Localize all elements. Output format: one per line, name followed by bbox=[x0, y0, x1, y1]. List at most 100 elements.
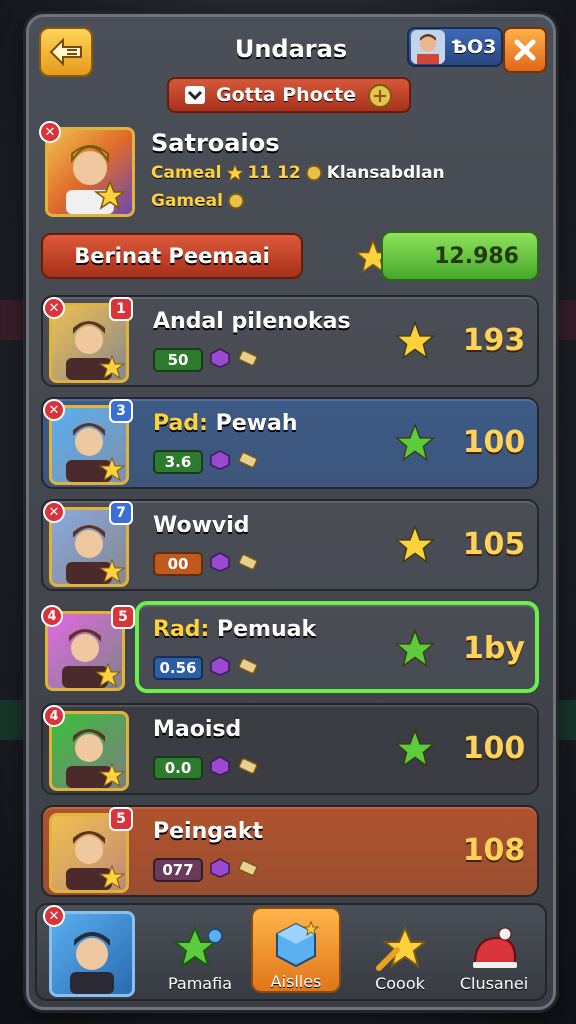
sub-banner-label: Gotta Рhocte bbox=[216, 84, 356, 106]
row-score: 100 bbox=[462, 425, 526, 460]
row-score: 193 bbox=[462, 323, 526, 358]
stat-prefix: Cameal bbox=[151, 163, 222, 183]
gem-icon bbox=[209, 347, 231, 373]
player-stats: Cameal 11 12 Klansabdlan bbox=[151, 163, 445, 183]
row-player-name: Wowvid bbox=[153, 513, 250, 538]
section-banner: Berinat Peemaai bbox=[41, 233, 303, 279]
nav-item-aislles[interactable]: Aislles bbox=[251, 907, 341, 993]
gem-icon bbox=[209, 551, 231, 577]
row-badge[interactable]: ✕ bbox=[43, 501, 65, 523]
leaderboard-panel: Undaras ѢO3 Gotta Рhocte ✕ Satroaios Cam… bbox=[26, 14, 556, 1010]
row-resources: 0.0 bbox=[153, 755, 259, 781]
leaderboard-row[interactable]: ✕ 1 Andal pilenokas 50 193 bbox=[41, 295, 539, 387]
rank-badge: 7 bbox=[109, 501, 133, 525]
coin-bag-icon bbox=[368, 84, 392, 108]
stat-values: 11 12 bbox=[247, 163, 301, 183]
row-badge[interactable]: ✕ bbox=[43, 399, 65, 421]
player-sub-text: Gameal bbox=[151, 191, 223, 211]
rank-badge: 5 bbox=[111, 605, 135, 629]
remove-badge[interactable]: ✕ bbox=[39, 121, 61, 143]
row-name-text: Pemuak bbox=[217, 617, 317, 642]
remove-badge[interactable]: ✕ bbox=[43, 905, 65, 927]
row-name-prefix: Rad: bbox=[153, 617, 210, 642]
star-icon bbox=[394, 728, 436, 773]
gem-icon bbox=[209, 655, 231, 681]
leaderboard-row[interactable]: ✕ 7 Wowvid 00 105 bbox=[41, 499, 539, 591]
row-name-text: Andal pilenokas bbox=[153, 309, 351, 334]
star-icon bbox=[225, 164, 244, 182]
star-icon bbox=[394, 524, 436, 569]
nav-avatar[interactable] bbox=[49, 911, 135, 997]
row-badge[interactable]: 4 bbox=[43, 705, 65, 727]
leaderboard-row[interactable]: 4 5 Rad: Pemuak 0.56 1by bbox=[41, 601, 539, 693]
star-icon bbox=[394, 320, 436, 365]
gem-icon bbox=[209, 449, 231, 475]
scroll-icon bbox=[237, 449, 259, 475]
resource-chip: 00 bbox=[153, 552, 203, 576]
row-score: 1by bbox=[463, 631, 525, 666]
profile-avatar bbox=[411, 30, 445, 64]
scroll-icon bbox=[237, 655, 259, 681]
row-score: 100 bbox=[462, 731, 526, 766]
row-player-name: Rad: Pemuak bbox=[153, 617, 316, 642]
row-score: 108 bbox=[462, 833, 526, 868]
stat-suffix: Klansabdlan bbox=[326, 163, 445, 183]
nav-item-coook[interactable]: Coook bbox=[355, 913, 445, 993]
nav-item-clusanei[interactable]: Clusanei bbox=[449, 913, 539, 993]
row-badge[interactable]: 4 bbox=[41, 605, 63, 627]
player-name: Satroaios bbox=[151, 129, 280, 157]
resource-chip: 0.0 bbox=[153, 756, 203, 780]
scroll-icon bbox=[237, 347, 259, 373]
star-icon bbox=[394, 628, 436, 673]
nav-label: Aislles bbox=[270, 972, 322, 991]
progress-bar: 12.986 bbox=[381, 231, 539, 281]
row-name-text: Maoisd bbox=[153, 717, 242, 742]
nav-label: Clusanei bbox=[459, 974, 529, 993]
row-resources: 00 bbox=[153, 551, 259, 577]
resource-chip: 50 bbox=[153, 348, 203, 372]
helmet-icon bbox=[473, 927, 517, 968]
row-score: 105 bbox=[462, 527, 526, 562]
player-avatar bbox=[45, 127, 135, 217]
leaderboard-row[interactable]: 5 Peingakt 077 108 bbox=[41, 805, 539, 897]
nav-label: Pamafia bbox=[167, 974, 232, 993]
row-player-name: Peingakt bbox=[153, 819, 263, 844]
row-resources: 50 bbox=[153, 347, 259, 373]
scroll-icon bbox=[237, 551, 259, 577]
coin-icon bbox=[305, 164, 322, 182]
chevron-down-icon bbox=[185, 86, 205, 104]
row-name-prefix: Pad: bbox=[153, 411, 208, 436]
scroll-icon bbox=[237, 857, 259, 883]
progress-text: 12.986 bbox=[434, 243, 519, 269]
arrow-star-icon bbox=[376, 926, 425, 971]
coin-icon bbox=[227, 192, 245, 210]
rank-badge: 1 bbox=[109, 297, 133, 321]
row-resources: 0.56 bbox=[153, 655, 259, 681]
nav-label: Coook bbox=[375, 974, 425, 993]
bottom-nav: ✕ Pamafia Aislles Coook Clusanei bbox=[35, 903, 547, 1001]
row-player-name: Pad: Pewah bbox=[153, 411, 298, 436]
player-card[interactable]: ✕ Satroaios Cameal 11 12 Klansabdlan Gam… bbox=[39, 121, 539, 221]
star-icon bbox=[394, 422, 436, 467]
leaderboard-row[interactable]: 4 Maoisd 0.0 100 bbox=[41, 703, 539, 795]
resource-chip: 3.6 bbox=[153, 450, 203, 474]
rank-badge: 3 bbox=[109, 399, 133, 423]
row-badge[interactable]: ✕ bbox=[43, 297, 65, 319]
star-key-icon bbox=[175, 926, 223, 969]
leaderboard-row[interactable]: ✕ 3 Pad: Pewah 3.6 100 bbox=[41, 397, 539, 489]
row-resources: 3.6 bbox=[153, 449, 259, 475]
sub-banner[interactable]: Gotta Рhocte bbox=[167, 77, 411, 113]
coin-counter[interactable]: ѢO3 bbox=[407, 27, 503, 67]
row-player-name: Maoisd bbox=[153, 717, 241, 742]
scroll-icon bbox=[237, 755, 259, 781]
row-player-name: Andal pilenokas bbox=[153, 309, 351, 334]
nav-item-pamafia[interactable]: Pamafia bbox=[155, 913, 245, 993]
cube-icon bbox=[276, 920, 320, 968]
gem-icon bbox=[209, 857, 231, 883]
row-name-text: Peingakt bbox=[153, 819, 263, 844]
gem-icon bbox=[209, 755, 231, 781]
close-button[interactable] bbox=[503, 27, 547, 73]
coin-value: ѢO3 bbox=[451, 36, 497, 58]
resource-chip: 0.56 bbox=[153, 656, 203, 680]
resource-chip: 077 bbox=[153, 858, 203, 882]
